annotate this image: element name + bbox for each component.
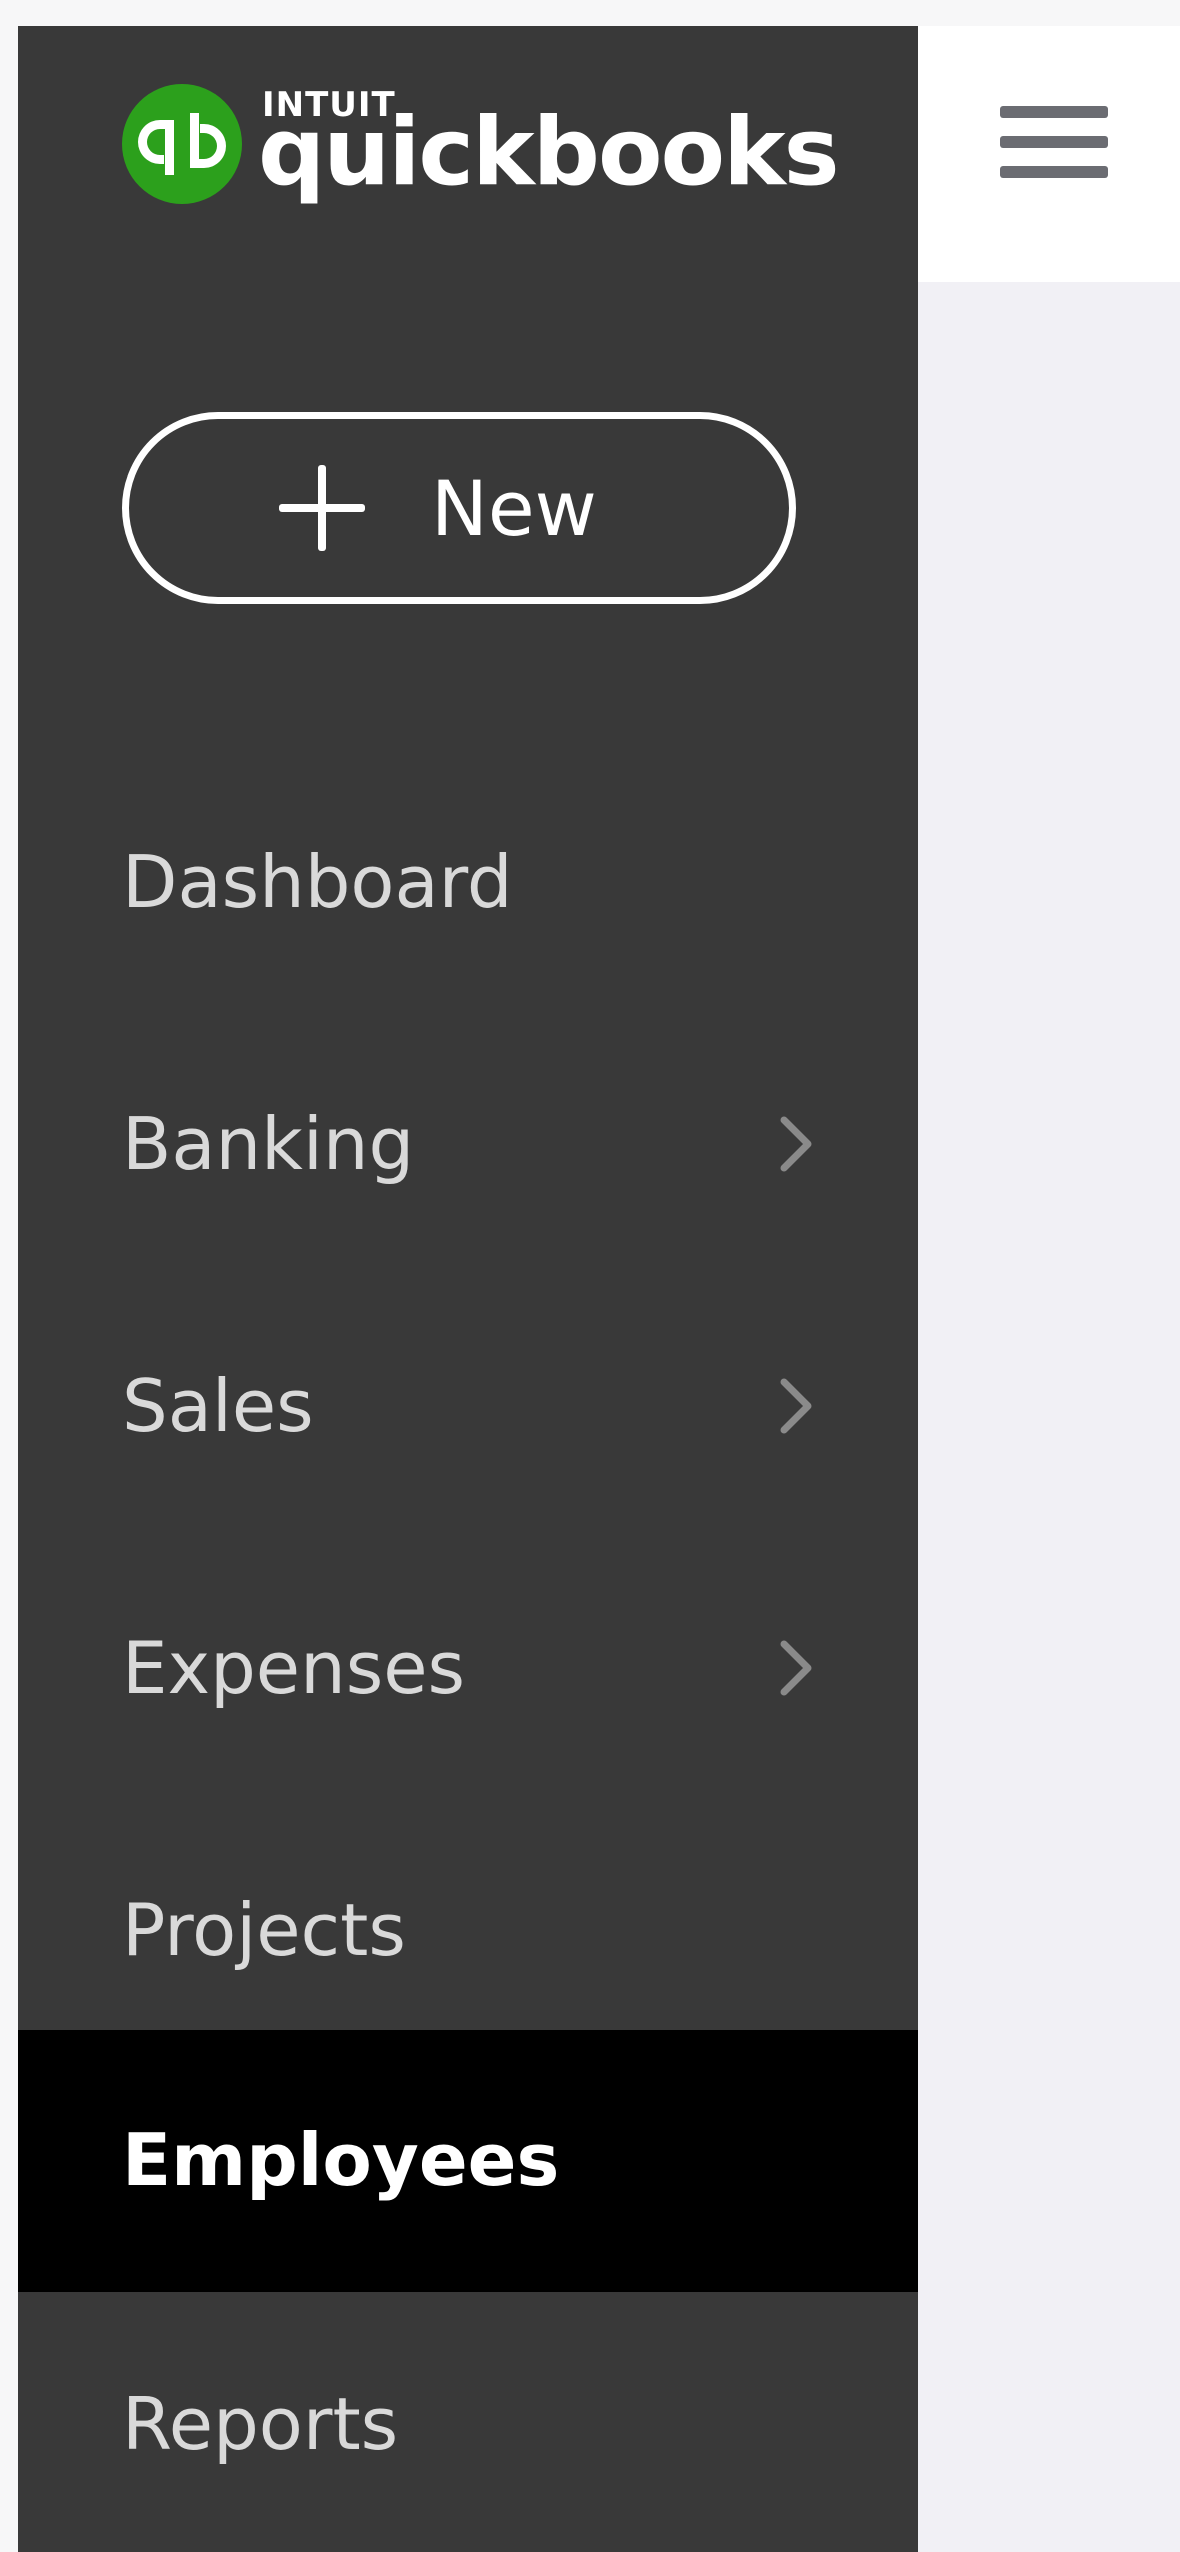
- nav-item-reports[interactable]: Reports: [18, 2294, 918, 2552]
- nav-item-label: Projects: [122, 1888, 406, 1972]
- nav-item-expenses[interactable]: Expenses: [18, 1538, 918, 1800]
- main-content: [918, 26, 1180, 2552]
- plus-icon: [279, 465, 365, 551]
- hamburger-line: [1000, 166, 1108, 178]
- quickbooks-qb-icon: [122, 84, 242, 204]
- sidebar: INTUIT quickbooks New Dashboard Banking …: [18, 26, 918, 2552]
- chevron-right-icon: [780, 1378, 812, 1434]
- nav-item-banking[interactable]: Banking: [18, 1014, 918, 1276]
- quickbooks-wordmark: quickbooks: [258, 98, 840, 207]
- new-button[interactable]: New: [122, 412, 796, 604]
- quickbooks-logo[interactable]: INTUIT quickbooks: [122, 84, 840, 224]
- nav-item-sales[interactable]: Sales: [18, 1276, 918, 1538]
- nav-item-employees[interactable]: Employees: [18, 2030, 918, 2292]
- nav-item-label: Sales: [122, 1364, 314, 1448]
- nav-item-label: Employees: [122, 2118, 560, 2202]
- nav-item-label: Reports: [122, 2382, 399, 2466]
- nav-item-label: Dashboard: [122, 840, 513, 924]
- nav-item-dashboard[interactable]: Dashboard: [18, 752, 918, 1014]
- hamburger-line: [1000, 106, 1108, 118]
- nav-item-label: Banking: [122, 1102, 415, 1186]
- hamburger-line: [1000, 136, 1108, 148]
- new-button-label: New: [431, 464, 597, 553]
- app-window: INTUIT quickbooks New Dashboard Banking …: [0, 0, 1180, 2552]
- nav-item-projects[interactable]: Projects: [18, 1800, 918, 2062]
- chevron-right-icon: [780, 1116, 812, 1172]
- hamburger-menu-icon[interactable]: [1000, 100, 1108, 184]
- chevron-right-icon: [780, 1640, 812, 1696]
- nav-item-label: Expenses: [122, 1626, 466, 1710]
